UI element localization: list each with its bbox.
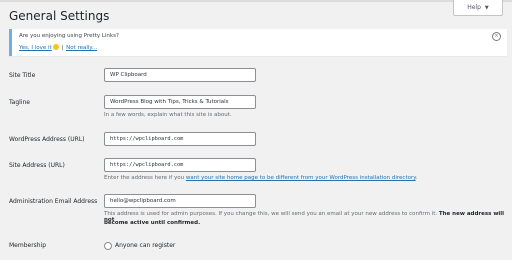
site-address-description: Enter the address here if you want your … xyxy=(104,175,418,181)
site-address-label: Site Address (URL) xyxy=(9,162,65,169)
notice-separator: | xyxy=(61,45,64,51)
notice-links: Yes, I love it | Not really... xyxy=(19,44,97,51)
help-tab-button[interactable]: Help ▼ xyxy=(453,0,503,16)
notice-message: Are you enjoying using Pretty Links? xyxy=(19,33,119,39)
membership-label: Membership xyxy=(9,242,47,249)
wordpress-address-input[interactable]: https://wpclipboard.com xyxy=(104,132,256,146)
page-title: General Settings xyxy=(9,9,110,23)
top-divider xyxy=(0,0,512,2)
pretty-links-notice: Are you enjoying using Pretty Links? Yes… xyxy=(9,29,507,56)
help-tab-label: Help xyxy=(467,4,481,11)
admin-email-input[interactable]: hello@wpclipboard.com xyxy=(104,194,256,208)
chevron-down-icon: ▼ xyxy=(484,4,489,11)
admin-email-label: Administration Email Address xyxy=(9,198,98,205)
home-page-different-link[interactable]: want your site home page to be different… xyxy=(186,175,416,181)
love-it-link[interactable]: Yes, I love it xyxy=(19,45,52,51)
tagline-label: Tagline xyxy=(9,99,30,106)
wordpress-address-label: WordPress Address (URL) xyxy=(9,136,85,143)
site-title-label: Site Title xyxy=(9,72,36,79)
admin-email-description-line2: become active until confirmed. xyxy=(104,220,201,226)
anyone-can-register-label[interactable]: Anyone can register xyxy=(115,242,175,249)
anyone-can-register-checkbox[interactable] xyxy=(104,242,112,250)
tagline-description: In a few words, explain what this site i… xyxy=(104,112,232,118)
close-icon[interactable]: × xyxy=(492,32,501,41)
tagline-input[interactable]: WordPress Blog with Tips, Tricks & Tutor… xyxy=(104,95,256,109)
smile-emoji-icon xyxy=(52,44,59,50)
not-really-link[interactable]: Not really... xyxy=(66,45,97,51)
site-title-input[interactable]: WP Clipboard xyxy=(104,68,256,82)
site-address-input[interactable]: https://wpclipboard.com xyxy=(104,158,256,172)
